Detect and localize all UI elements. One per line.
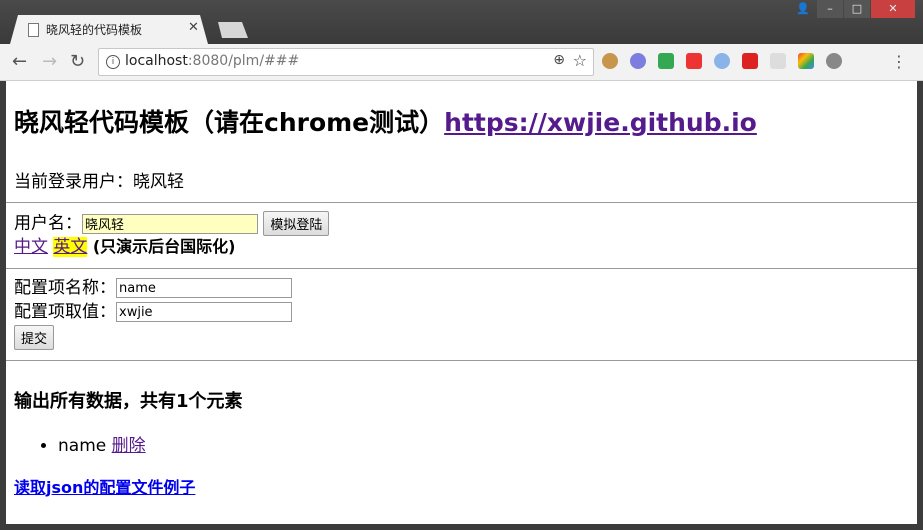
close-window-button[interactable]: ✕ — [871, 0, 915, 18]
config-name-input[interactable] — [116, 278, 292, 298]
page-title-text: 晓风轻代码模板（请在chrome测试） — [14, 108, 445, 137]
window-controls: 👤 – □ ✕ — [789, 0, 915, 18]
new-tab-button[interactable] — [218, 22, 248, 38]
divider — [6, 360, 917, 361]
r-extension-icon[interactable] — [630, 53, 646, 69]
browser-toolbar: ← → ↻ i localhost:8080/plm/### ⊕ ☆ ⋮ — [0, 44, 923, 81]
submit-button[interactable]: 提交 — [14, 325, 55, 350]
config-value-input[interactable] — [116, 302, 292, 322]
back-icon[interactable]: ← — [12, 52, 27, 72]
menu-icon[interactable]: ⋮ — [891, 52, 907, 71]
browser-titlebar: 晓风轻的代码模板 ✕ 👤 – □ ✕ — [0, 0, 923, 44]
username-label: 用户名： — [14, 213, 82, 234]
url-host: localhost — [125, 53, 188, 69]
login-button[interactable]: 模拟登陆 — [263, 211, 330, 236]
url-text: localhost:8080/plm/### — [125, 53, 299, 69]
current-user-name: 晓风轻 — [133, 172, 184, 192]
address-bar[interactable]: i localhost:8080/plm/### ⊕ ☆ — [98, 48, 594, 76]
divider — [6, 268, 917, 269]
config-name-label: 配置项名称： — [14, 278, 116, 298]
forward-icon[interactable]: → — [42, 52, 57, 72]
tab-title: 晓风轻的代码模板 — [46, 23, 143, 37]
config-list: name 删除 — [14, 431, 909, 456]
document-icon — [28, 23, 39, 37]
login-row: 用户名： 模拟登陆 — [14, 211, 909, 236]
user-icon[interactable]: 👤 — [790, 0, 816, 18]
config-value-row: 配置项取值： — [14, 301, 909, 323]
delete-link[interactable]: 删除 — [112, 436, 146, 456]
lang-en-link[interactable]: 英文 — [53, 237, 88, 257]
submit-row: 提交 — [14, 325, 909, 350]
site-link[interactable]: https://xwjie.github.io — [444, 108, 757, 137]
reload-icon[interactable]: ↻ — [70, 52, 85, 72]
maximize-button[interactable]: □ — [844, 0, 870, 18]
zoom-icon[interactable]: ⊕ — [553, 52, 565, 68]
gear-extension-icon[interactable] — [826, 53, 842, 69]
item-name: name — [58, 436, 107, 456]
url-rest: :8080/plm/### — [187, 53, 300, 69]
current-user-label: 当前登录用户： — [14, 172, 133, 192]
config-value-label: 配置项取值： — [14, 302, 116, 322]
config-name-row: 配置项名称： — [14, 277, 909, 299]
close-tab-icon[interactable]: ✕ — [188, 20, 199, 35]
color-extension-icon[interactable] — [798, 53, 814, 69]
lang-note: (只演示后台国际化) — [92, 237, 236, 256]
language-row: 中文 英文 (只演示后台国际化) — [14, 236, 909, 258]
browser-tab[interactable]: 晓风轻的代码模板 ✕ — [10, 15, 208, 44]
page-viewport: 晓风轻代码模板（请在chrome测试）https://xwjie.github.… — [6, 81, 917, 524]
page-title: 晓风轻代码模板（请在chrome测试）https://xwjie.github.… — [14, 103, 909, 139]
info-icon[interactable]: i — [106, 55, 120, 69]
list-item: name 删除 — [58, 431, 909, 456]
divider — [6, 202, 917, 203]
extension-icons — [602, 53, 854, 69]
minimize-button[interactable]: – — [817, 0, 843, 18]
bookmark-star-icon[interactable]: ☆ — [573, 51, 587, 70]
red-extension-icon[interactable] — [742, 53, 758, 69]
eye-extension-icon[interactable] — [714, 53, 730, 69]
username-input[interactable] — [82, 213, 258, 234]
cookie-extension-icon[interactable] — [602, 53, 618, 69]
fe-extension-icon[interactable] — [686, 53, 702, 69]
download-extension-icon[interactable] — [658, 53, 674, 69]
current-user-line: 当前登录用户：晓风轻 — [14, 167, 909, 192]
lang-zh-link[interactable]: 中文 — [14, 237, 48, 257]
json-config-link[interactable]: 读取json的配置文件例子 — [14, 474, 909, 498]
output-heading: 输出所有数据，共有1个元素 — [14, 391, 243, 412]
gray-extension-icon[interactable] — [770, 53, 786, 69]
